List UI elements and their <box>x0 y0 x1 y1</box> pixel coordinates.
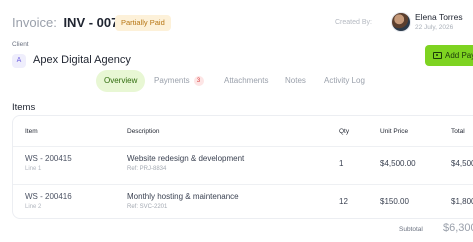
table-row[interactable]: WS - 200415 Line 1 Website redesign & de… <box>13 147 473 183</box>
subtotal-value: $6,300 <box>443 222 473 234</box>
tab-payments[interactable]: Payments 3 <box>154 70 204 92</box>
add-payment-label: Add Pay <box>445 51 473 60</box>
column-header-item: Item <box>25 128 38 135</box>
creator-date: 22 July, 2026 <box>415 24 454 31</box>
item-total: $4,500 <box>451 159 473 168</box>
item-description: Monthly hosting & maintenance <box>127 192 239 201</box>
item-line: Line 1 <box>25 166 42 172</box>
client-avatar: A <box>12 54 26 68</box>
item-qty: 1 <box>339 159 344 168</box>
item-description: Website redesign & development <box>127 154 245 163</box>
money-icon <box>433 52 442 59</box>
tab-attachments[interactable]: Attachments <box>224 70 268 92</box>
item-code: WS - 200416 <box>25 192 72 201</box>
item-total: $1,800 <box>451 197 473 206</box>
item-qty: 12 <box>339 197 348 206</box>
item-line: Line 2 <box>25 204 42 210</box>
tab-notes[interactable]: Notes <box>285 70 306 92</box>
column-header-total: Total <box>451 128 465 135</box>
invoice-label: Invoice: <box>12 15 57 30</box>
tab-label: Overview <box>104 76 138 85</box>
item-code: WS - 200415 <box>25 154 72 163</box>
add-payment-button[interactable]: Add Pay <box>425 45 473 66</box>
status-badge: Partially Paid <box>115 15 171 31</box>
created-by-label: Created By: <box>335 19 372 26</box>
tab-activity-log[interactable]: Activity Log <box>324 70 365 92</box>
item-unit-price: $4,500.00 <box>380 159 416 168</box>
column-header-qty: Qty <box>339 128 350 135</box>
tab-label: Notes <box>285 76 306 85</box>
tab-label: Activity Log <box>324 76 365 85</box>
client-label: Client <box>12 41 29 48</box>
payments-count-badge: 3 <box>193 76 204 86</box>
item-reference: Ref: PRJ-8834 <box>127 166 167 172</box>
avatar[interactable] <box>391 12 411 32</box>
subtotal-label: Subtotal <box>399 226 423 233</box>
creator-name: Elena Torres <box>415 12 463 22</box>
tab-label: Payments <box>154 76 190 85</box>
tab-label: Attachments <box>224 76 269 85</box>
item-unit-price: $150.00 <box>380 197 409 206</box>
items-table: Item Description Qty Unit Price Total WS… <box>12 115 473 219</box>
invoice-header: Invoice: INV - 00742 Partially Paid Crea… <box>12 10 473 36</box>
item-reference: Ref: SVC-2201 <box>127 204 168 210</box>
table-row[interactable]: WS - 200416 Line 2 Monthly hosting & mai… <box>13 185 473 218</box>
client-name: Apex Digital Agency <box>33 54 131 66</box>
tab-overview[interactable]: Overview <box>96 70 146 92</box>
items-heading: Items <box>12 102 36 113</box>
column-header-unit-price: Unit Price <box>380 128 409 135</box>
column-header-description: Description <box>127 128 160 135</box>
